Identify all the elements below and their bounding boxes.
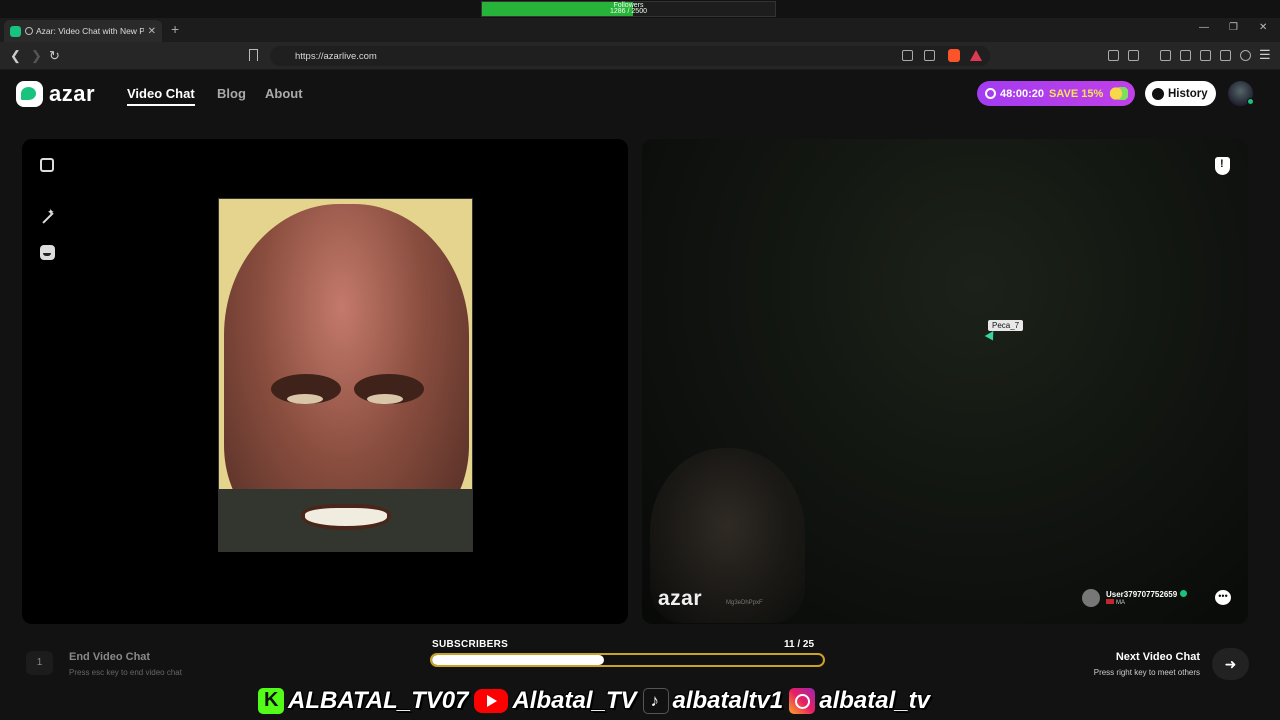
youtube-handle: Albatal_TV bbox=[512, 687, 637, 714]
end-video-chat-button[interactable]: End Video Chat bbox=[69, 651, 150, 663]
report-shield-icon[interactable] bbox=[1215, 157, 1230, 175]
left-eye bbox=[287, 394, 323, 404]
azar-logo-icon bbox=[16, 81, 43, 107]
mask-filter-icon[interactable] bbox=[40, 245, 55, 260]
browser-tab[interactable]: Azar: Video Chat with New Pe ✕ bbox=[4, 20, 162, 42]
kick-handle: ALBATAL_TV07 bbox=[288, 687, 469, 714]
next-hint: Press right key to meet others bbox=[1093, 668, 1200, 677]
peer-avatar bbox=[1082, 589, 1100, 607]
followers-goal-text: Followers 1286 / 2500 bbox=[482, 2, 775, 15]
instagram-icon bbox=[789, 688, 816, 714]
peer-username: User379707752659 bbox=[1106, 590, 1178, 599]
tiktok-icon bbox=[642, 688, 669, 714]
azar-logo[interactable]: azar bbox=[16, 81, 95, 107]
promo-save: SAVE 15% bbox=[1049, 87, 1104, 100]
promo-button[interactable]: 48:00:20 SAVE 15% bbox=[977, 81, 1135, 106]
subscribers-goal-fill bbox=[432, 655, 605, 665]
screen: Followers 1286 / 2500 Azar: Video Chat w… bbox=[0, 0, 1280, 720]
effects-wand-icon[interactable] bbox=[40, 207, 55, 225]
back-icon[interactable]: ❮ bbox=[10, 48, 21, 64]
close-tab-icon[interactable]: ✕ bbox=[148, 26, 156, 37]
share-icon[interactable] bbox=[924, 50, 935, 61]
new-tab-icon[interactable]: + bbox=[171, 21, 179, 37]
remote-cursor-label: Peca_7 bbox=[988, 320, 1024, 331]
leo-icon[interactable] bbox=[1220, 50, 1231, 61]
media-icon[interactable] bbox=[1160, 50, 1171, 61]
wallet-icon[interactable] bbox=[1200, 50, 1211, 61]
nav-blog[interactable]: Blog bbox=[217, 86, 246, 101]
followers-count: 1286 / 2500 bbox=[610, 8, 647, 15]
bookmark-icon[interactable] bbox=[249, 49, 258, 61]
followers-goal-bar: Followers 1286 / 2500 bbox=[481, 1, 776, 17]
self-camera-feed bbox=[218, 198, 473, 552]
end-hint: Press esc key to end video chat bbox=[69, 668, 182, 677]
watermark-id: Mg3eDhPpxF bbox=[726, 600, 763, 606]
nav-video-chat[interactable]: Video Chat bbox=[127, 86, 195, 106]
online-status-dot bbox=[1247, 98, 1254, 105]
next-arrow-button[interactable]: ➜ bbox=[1212, 648, 1249, 680]
verified-icon bbox=[1180, 590, 1188, 597]
next-video-chat-label[interactable]: Next Video Chat bbox=[1116, 651, 1200, 663]
history-button[interactable]: History bbox=[1145, 81, 1216, 106]
youtube-icon bbox=[474, 689, 509, 713]
azar-favicon-icon bbox=[10, 25, 21, 37]
promo-timer: 48:00:20 bbox=[1000, 87, 1045, 100]
nav-about[interactable]: About bbox=[265, 86, 303, 101]
social-handles: ALBATAL_TV07 Albatal_TV albataltv1 albat… bbox=[258, 684, 936, 718]
subscribers-count: 11 / 25 bbox=[784, 639, 815, 650]
url-text: https://azarlive.com bbox=[295, 50, 377, 62]
peer-country: MA bbox=[1116, 600, 1125, 606]
menu-icon[interactable]: ☰ bbox=[1259, 47, 1271, 63]
peer-info[interactable]: User379707752659 MA bbox=[1082, 589, 1188, 607]
vpn-icon[interactable] bbox=[1240, 50, 1251, 61]
minimize-view-icon[interactable] bbox=[40, 158, 54, 172]
minimize-icon[interactable]: — bbox=[1199, 22, 1209, 33]
tab-title: Azar: Video Chat with New Pe bbox=[36, 26, 144, 36]
tiktok-handle: albataltv1 bbox=[672, 687, 784, 714]
screenshot-icon[interactable] bbox=[1128, 50, 1139, 61]
subscribers-goal-bar bbox=[430, 653, 825, 667]
azar-watermark: azar bbox=[658, 587, 703, 610]
forward-icon[interactable]: ❯ bbox=[31, 48, 42, 64]
rewards-icon[interactable] bbox=[970, 50, 982, 61]
instagram-handle: albatal_tv bbox=[819, 687, 930, 714]
right-eye bbox=[367, 394, 403, 404]
maximize-icon[interactable]: ❐ bbox=[1229, 22, 1238, 33]
end-key-badge: 1 bbox=[26, 651, 53, 675]
close-window-icon[interactable]: ✕ bbox=[1259, 22, 1267, 33]
coins-icon bbox=[1108, 87, 1128, 100]
cast-icon[interactable] bbox=[902, 50, 913, 61]
browser-address-bar: ❮ ❯ ↻ https://azarlive.com ☰ bbox=[0, 42, 1280, 70]
clock-icon bbox=[985, 88, 996, 99]
browser-tab-bar: Azar: Video Chat with New Pe ✕ + — ❐ ✕ bbox=[0, 18, 1280, 42]
brave-shield-icon[interactable] bbox=[948, 49, 960, 62]
flag-icon bbox=[1106, 599, 1114, 604]
chat-bubble-icon[interactable]: ••• bbox=[1215, 590, 1231, 605]
url-field[interactable]: https://azarlive.com bbox=[270, 46, 990, 66]
logo-text: azar bbox=[49, 81, 96, 106]
subscribers-label: SUBSCRIBERS bbox=[432, 639, 509, 650]
sidebar-icon[interactable] bbox=[1180, 50, 1191, 61]
audio-icon[interactable] bbox=[25, 27, 33, 35]
history-label: History bbox=[1168, 87, 1208, 100]
mouth bbox=[301, 504, 391, 530]
kick-icon bbox=[258, 688, 284, 714]
reload-icon[interactable]: ↻ bbox=[49, 48, 60, 64]
history-clock-icon bbox=[1152, 87, 1164, 100]
extensions-icon[interactable] bbox=[1108, 50, 1119, 61]
